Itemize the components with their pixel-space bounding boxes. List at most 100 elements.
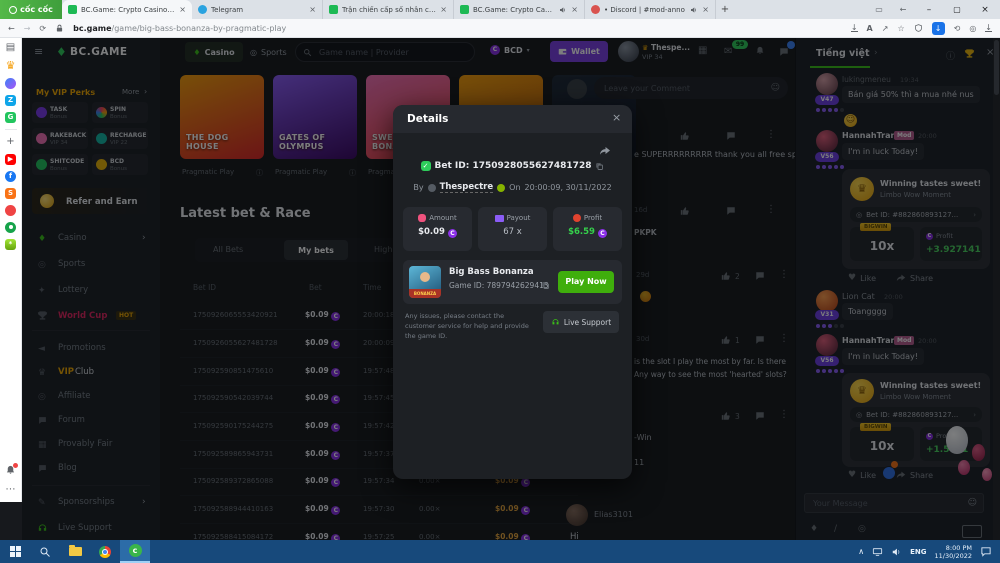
bcgame-favicon [460,5,469,14]
profit-card: Profit $6.59 [553,207,622,251]
live-support-button[interactable]: Live Support [543,311,619,333]
forward-button[interactable]: → [24,24,31,33]
modal-header: Details × [393,105,632,133]
tab-telegram[interactable]: Telegram × [192,0,323,19]
back-button[interactable]: ← [8,24,15,33]
coccoc-logo[interactable]: cốc cốc [0,0,62,19]
messenger-icon[interactable] [5,78,16,89]
piggy-icon [418,214,426,222]
taskbar-search-button[interactable] [30,540,60,563]
bet-id-row: ✓ Bet ID: 1750928055627481728 [393,161,632,171]
close-icon[interactable]: × [309,5,316,14]
reload-button[interactable]: ⟳ [39,24,46,33]
user-icon [428,184,436,192]
screen: cốc cốc BC.Game: Crypto Casino Gan × Tel… [0,0,1000,563]
taskbar-date: 11/30/2022 [935,552,972,560]
more-icon[interactable]: ⋯ [5,484,17,496]
coccoc-brand-label: cốc cốc [20,5,53,14]
payout-card-icon [495,215,504,222]
url-domain: bc.game [73,24,111,33]
zalo-icon[interactable]: Z [5,95,16,106]
browser-sidebar: ⚙ ⟲ ▤ ♛ Z G + ▶ f S * ⋯ [0,0,22,502]
download-page-icon[interactable]: ↓ [851,24,858,32]
cast-icon[interactable]: ▭ [868,5,890,14]
clock[interactable]: 8:00 PM 11/30/2022 [935,544,972,560]
tab-bcgame-audio[interactable]: BC.Game: Crypto Casino × [454,0,585,19]
headset-icon [551,318,560,327]
taskbar-time: 8:00 PM [946,544,972,552]
bcgame-favicon [68,5,77,14]
payout-value: 67 x [503,227,522,237]
coccoc-button[interactable]: c [120,540,150,563]
reading-list-icon[interactable]: ▤ [5,42,17,54]
app-icon-red[interactable] [5,205,16,216]
lock-icon [55,24,64,33]
close-icon[interactable]: × [440,5,447,14]
support-note: Any issues, please contact the customer … [405,311,535,341]
tab-discord[interactable]: • Discord | #mod-anno × [585,0,716,19]
search-icon [39,546,51,558]
tab-tran-chien[interactable]: Trận chiến cấp số nhân chơi × [323,0,454,19]
speaker-icon [690,6,698,14]
action-center-icon[interactable] [980,546,992,557]
game-card: BONANZA Big Bass Bonanza Game ID: 789794… [403,260,622,304]
browser-url-bar: ← → ⟳ bc.game/game/big-bass-bonanza-by-p… [0,19,1000,38]
modal-close-icon[interactable]: × [612,111,621,124]
snake-emoji-icon [497,184,505,192]
bookmark-star-icon[interactable]: ☆ [897,24,904,33]
play-now-button[interactable]: Play Now [558,271,614,293]
payout-card: Payout 67 x [478,207,547,251]
idm-download-icon[interactable]: ↓ [932,22,945,35]
tab-bcgame-main[interactable]: BC.Game: Crypto Casino Gan × [62,0,192,19]
new-tab-button[interactable]: + [716,0,734,19]
badge-dot [13,463,18,468]
window-minimize-button[interactable]: – [916,5,942,15]
keyboard-language[interactable]: ENG [910,548,926,556]
translate-icon[interactable]: A [867,24,873,33]
close-icon[interactable]: × [702,5,709,14]
tray-expand-icon[interactable]: ∧ [858,547,864,556]
divider [5,129,17,130]
shopee-icon[interactable]: S [5,188,16,199]
soccer-icon[interactable] [5,222,16,233]
url-text[interactable]: bc.game/game/big-bass-bonanza-by-pragmat… [73,24,842,33]
copy-icon[interactable] [541,281,550,290]
url-path: /game/big-bass-bonanza-by-pragmatic-play [112,24,287,33]
downloads-tray-icon[interactable]: ↓ [985,24,992,32]
file-explorer-button[interactable] [60,540,90,563]
profit-value: $6.59 [568,227,595,237]
copy-icon[interactable] [595,162,604,171]
close-icon[interactable]: × [179,5,186,14]
notification-bell[interactable] [5,465,16,478]
profit-person-icon [573,214,581,222]
telegram-favicon [198,5,207,14]
bet-datetime: 20:00:09, 30/11/2022 [525,183,612,192]
coccoc-cup-icon [9,6,17,14]
share-arrow-icon[interactable] [599,145,611,157]
share-icon[interactable]: ↗ [882,24,889,33]
window-maximize-button[interactable]: ▢ [944,5,970,14]
verified-shield-icon: ✓ [421,161,431,171]
games-icon[interactable]: G [5,112,16,123]
shield-icon[interactable] [914,23,923,33]
browser-tab-bar: cốc cốc BC.Game: Crypto Casino Gan × Tel… [0,0,1000,19]
game-name: Big Bass Bonanza [449,267,534,277]
bet-author[interactable]: Thespectre [440,182,494,193]
close-icon[interactable]: × [571,5,578,14]
amount-value: $0.09 [418,227,445,237]
window-close-button[interactable]: × [972,5,998,15]
profile-icon[interactable]: ◎ [969,24,976,33]
youtube-icon[interactable]: ▶ [5,154,16,165]
facebook-icon[interactable]: f [5,171,16,182]
reopen-tab-icon[interactable]: ← [892,5,914,14]
game-thumbnail[interactable]: BONANZA [409,266,441,298]
network-icon[interactable] [872,547,883,557]
volume-icon[interactable] [891,547,902,557]
sync-icon[interactable]: ⟲ [954,24,961,33]
crown-icon[interactable]: ♛ [5,60,17,72]
add-shortcut-icon[interactable]: + [5,136,17,148]
chrome-button[interactable] [90,540,120,563]
garden-game-icon[interactable]: * [5,239,16,250]
start-button[interactable] [0,540,30,563]
discord-favicon [591,5,600,14]
